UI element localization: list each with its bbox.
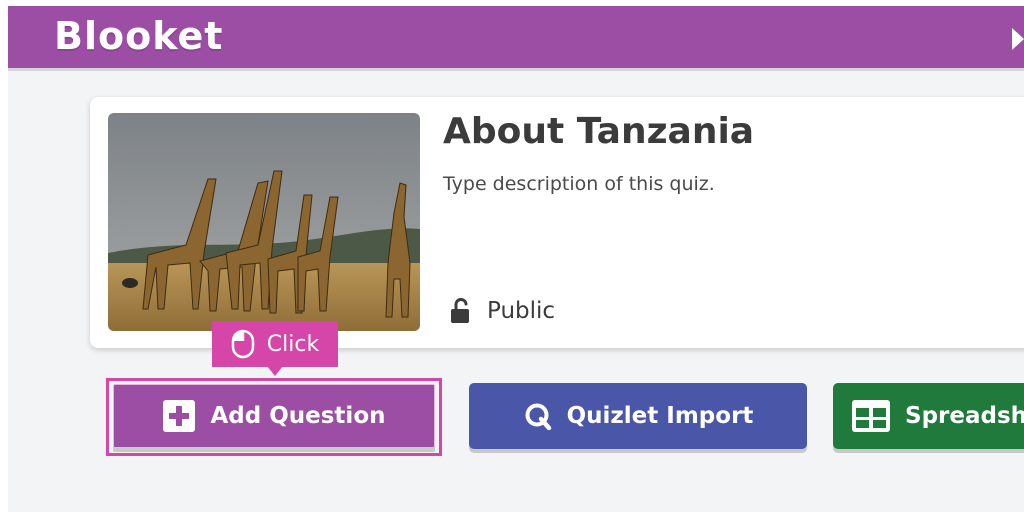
left-edge	[0, 0, 8, 512]
spreadsheet-label: Spreadsheet	[905, 403, 1024, 429]
top-bar: Blooket	[8, 6, 1024, 68]
play-icon[interactable]	[1012, 28, 1024, 50]
plus-square-icon	[163, 400, 196, 432]
quiz-cover-image[interactable]	[108, 113, 420, 331]
visibility-label: Public	[487, 298, 556, 324]
tooltip-label: Click	[266, 331, 320, 357]
blooket-edit-screen: Blooket About Tanzania Type description …	[0, 0, 1024, 512]
add-question-label: Add Question	[210, 403, 386, 429]
click-tooltip: Click	[212, 321, 338, 376]
mouse-icon	[231, 329, 255, 359]
quizlet-import-label: Quizlet Import	[566, 403, 754, 429]
quiz-title[interactable]: About Tanzania	[443, 111, 754, 152]
quiz-info-card: About Tanzania Type description of this …	[90, 97, 1024, 348]
add-question-button[interactable]: Add Question	[113, 384, 435, 448]
giraffe-photo	[108, 113, 420, 331]
blooket-logo[interactable]: Blooket	[54, 14, 223, 58]
quiz-description[interactable]: Type description of this quiz.	[443, 173, 715, 195]
visibility-toggle[interactable]: Public	[449, 298, 555, 324]
quizlet-q-icon	[525, 403, 551, 431]
unlock-icon	[451, 298, 469, 323]
quizlet-import-button[interactable]: Quizlet Import	[469, 383, 807, 449]
spreadsheet-import-button[interactable]: Spreadsheet	[833, 383, 1024, 449]
spreadsheet-grid-icon	[852, 400, 890, 432]
